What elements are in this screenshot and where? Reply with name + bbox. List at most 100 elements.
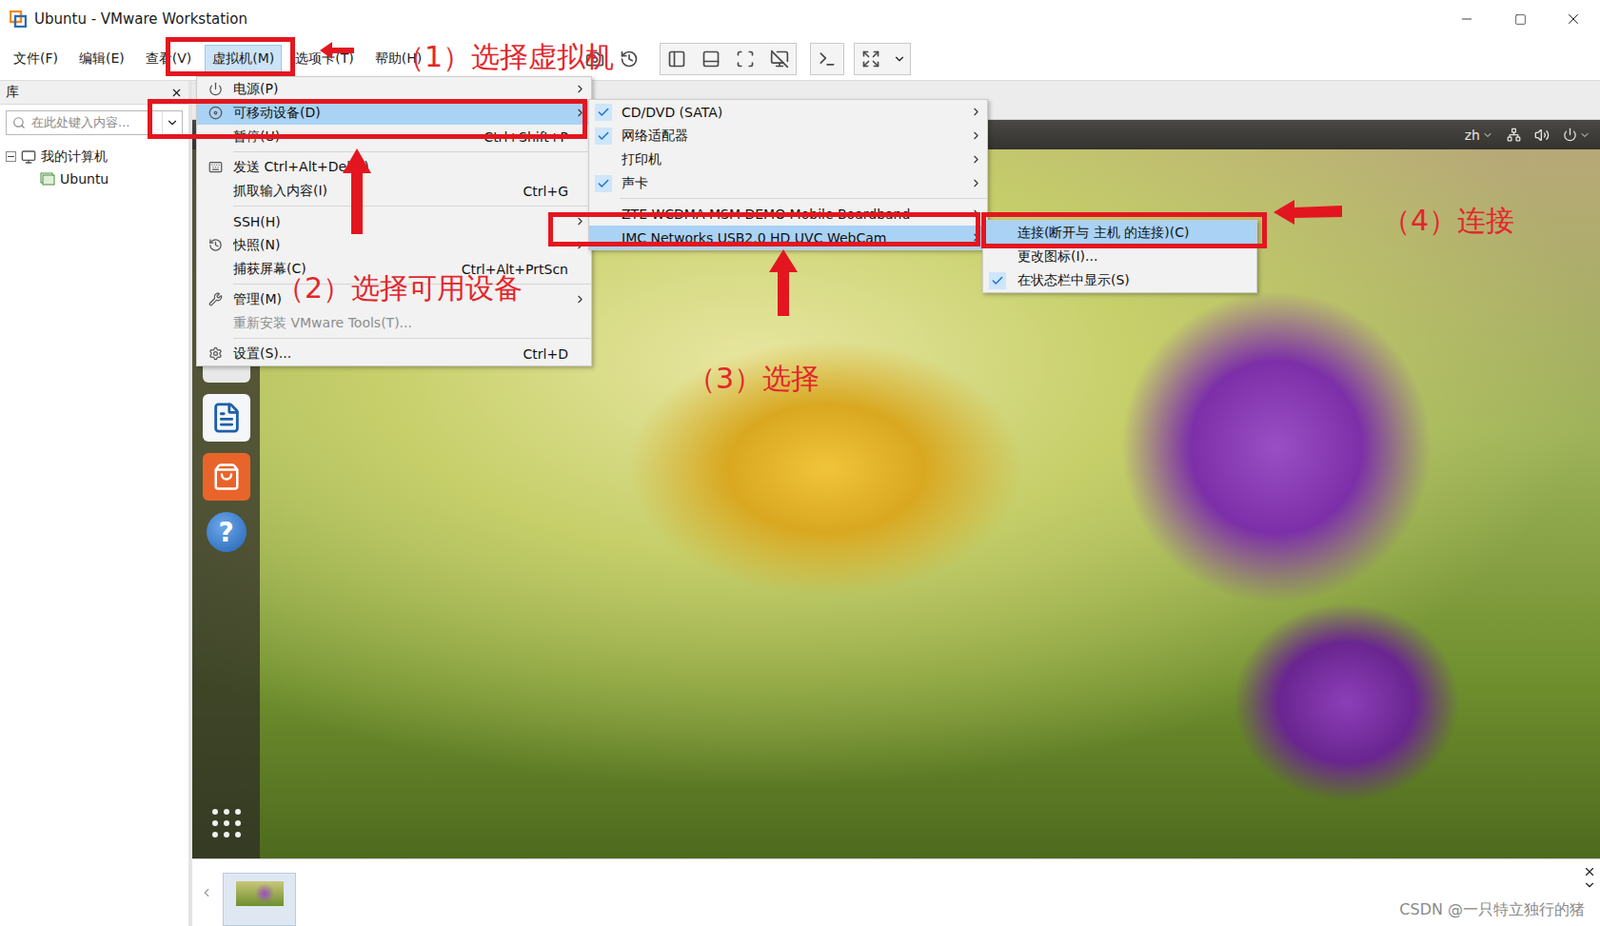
menu-row[interactable]: 可移动设备(D) <box>197 100 592 125</box>
stretch-toolbar-group <box>853 42 911 76</box>
menu-row[interactable]: 打印机 <box>589 147 988 172</box>
menu-row[interactable]: 更改图标(I)... <box>983 244 1257 269</box>
menu-row[interactable]: IMC Networks USB2.0 HD UVC WebCam <box>589 225 988 250</box>
toolbar-button[interactable] <box>698 46 724 72</box>
annotation-arrow-icon <box>769 249 798 317</box>
tree-item[interactable]: 我的计算机 <box>5 146 183 167</box>
menu-row[interactable]: 暂停(U)Ctrl+Shift+P <box>197 124 592 149</box>
dropdown-icon <box>1481 129 1494 141</box>
submenu-arrow-icon <box>969 207 983 220</box>
menu-bar: 文件(F)编辑(E)查看(V)虚拟机(M)选项卡(T)帮助(H) <box>0 38 1600 81</box>
menu-item-icon <box>197 237 234 253</box>
check-icon <box>596 105 611 119</box>
close-icon[interactable] <box>170 86 183 99</box>
annotation-label: （3）选择 <box>687 359 820 399</box>
menu-item[interactable]: 文件(F) <box>5 44 66 74</box>
library-header: 库 <box>0 80 189 105</box>
power-icon <box>1562 127 1578 142</box>
toolbar-button[interactable] <box>664 46 690 72</box>
close-icon[interactable] <box>1582 865 1597 879</box>
toolbar-button[interactable] <box>732 46 758 72</box>
tree-label: Ubuntu <box>59 171 109 187</box>
language-indicator[interactable]: zh <box>1464 127 1494 143</box>
stretch-icon <box>861 49 881 69</box>
check-icon <box>596 129 611 143</box>
unity-icon <box>770 49 790 69</box>
collapse-icon[interactable] <box>5 151 17 162</box>
check-mark <box>594 151 613 169</box>
menu-item[interactable]: 查看(V) <box>138 44 200 74</box>
check-mark <box>988 248 1007 266</box>
app-grid-icon[interactable] <box>210 807 243 840</box>
toolbar-button[interactable] <box>858 46 884 72</box>
vm-thumbnail[interactable] <box>222 872 297 926</box>
watermark: CSDN @一只特立独行的猪 <box>1399 900 1585 921</box>
check-mark <box>594 229 613 247</box>
check-mark <box>594 205 613 223</box>
submenu-arrow-icon <box>969 231 983 244</box>
volume-icon[interactable] <box>1534 127 1550 143</box>
library-title: 库 <box>5 83 20 101</box>
search-dropdown[interactable] <box>161 111 182 135</box>
menu-row[interactable]: ZTE WCDMA MSM DEMO Mobile Boardband <box>589 201 988 226</box>
computer-icon <box>20 149 37 165</box>
power-indicator[interactable] <box>1562 127 1591 142</box>
snapshot-manager-icon <box>619 49 639 69</box>
scroll-left-button[interactable] <box>199 886 214 900</box>
check-mark <box>988 272 1007 290</box>
launcher-item[interactable] <box>202 453 251 501</box>
thumbnail-bar <box>192 858 1600 926</box>
network-icon[interactable] <box>1506 127 1521 142</box>
check-mark <box>594 127 613 145</box>
launcher-item[interactable] <box>202 394 251 442</box>
writer-icon <box>210 401 243 435</box>
menu-row[interactable]: CD/DVD (SATA) <box>589 99 988 124</box>
toolbar-button[interactable] <box>767 46 792 72</box>
menu-row[interactable]: 声卡 <box>589 171 988 196</box>
menu-row[interactable]: 重新安装 VMware Tools(T)... <box>197 311 592 336</box>
thumbnail-bar-controls <box>1579 859 1600 892</box>
minimize-button[interactable] <box>1440 0 1494 39</box>
close-button[interactable] <box>1546 0 1600 39</box>
menu-item[interactable]: 编辑(E) <box>71 44 133 74</box>
maximize-button[interactable] <box>1493 0 1547 39</box>
vm-icon <box>39 171 56 187</box>
window-title: Ubuntu - VMware Workstation <box>34 10 248 28</box>
library-search[interactable]: 在此处键入内容... <box>5 110 183 136</box>
submenu-arrow-icon <box>969 129 983 142</box>
maximize-icon <box>1514 13 1527 26</box>
tree-item[interactable]: Ubuntu <box>5 168 183 189</box>
full-screen-icon <box>735 49 755 69</box>
annotation-label: （1）选择虚拟机 <box>395 38 614 78</box>
submenu-arrow-icon <box>573 215 587 228</box>
help-launcher-item[interactable]: ? <box>206 512 247 553</box>
title-bar: Ubuntu - VMware Workstation <box>0 0 1600 39</box>
menu-row[interactable]: 连接(断开与 主机 的连接)(C) <box>983 220 1257 245</box>
menu-row[interactable]: 设置(S)...Ctrl+D <box>197 341 592 366</box>
vm-menu: 电源(P)可移动设备(D)暂停(U)Ctrl+Shift+P 发送 Ctrl+Al… <box>196 76 593 367</box>
menu-row[interactable]: 在状态栏中显示(S) <box>983 268 1257 293</box>
menu-row[interactable]: 快照(N) <box>197 233 592 257</box>
menu-separator <box>197 335 592 342</box>
menu-row[interactable]: 电源(P) <box>197 77 592 101</box>
toolbar-button[interactable] <box>616 46 642 72</box>
menu-row[interactable]: SSH(H) <box>197 209 592 234</box>
dropdown-icon[interactable] <box>1582 878 1597 892</box>
submenu-arrow-icon <box>573 82 587 96</box>
window-controls <box>1440 0 1600 39</box>
close-icon <box>1564 10 1582 28</box>
dropdown-icon[interactable] <box>892 52 907 66</box>
vmware-window: Ubuntu - VMware Workstation 文件(F)编辑(E)查看(… <box>0 0 1600 926</box>
menu-row[interactable]: 网络适配器 <box>589 123 988 148</box>
menu-separator <box>197 148 592 156</box>
minimize-icon <box>1459 11 1475 27</box>
annotation-arrow-icon <box>319 41 355 60</box>
toolbar-button[interactable] <box>814 46 840 72</box>
library-view-icon <box>667 49 687 69</box>
menu-row[interactable]: 抓取输入内容(I)Ctrl+G <box>197 178 592 203</box>
menu-row[interactable]: 发送 Ctrl+Alt+Del(E) <box>197 155 592 179</box>
check-icon <box>596 177 611 191</box>
annotation-label: （4）连接 <box>1382 201 1515 241</box>
menu-item[interactable]: 虚拟机(M) <box>204 44 282 74</box>
submenu-arrow-icon <box>969 177 983 190</box>
